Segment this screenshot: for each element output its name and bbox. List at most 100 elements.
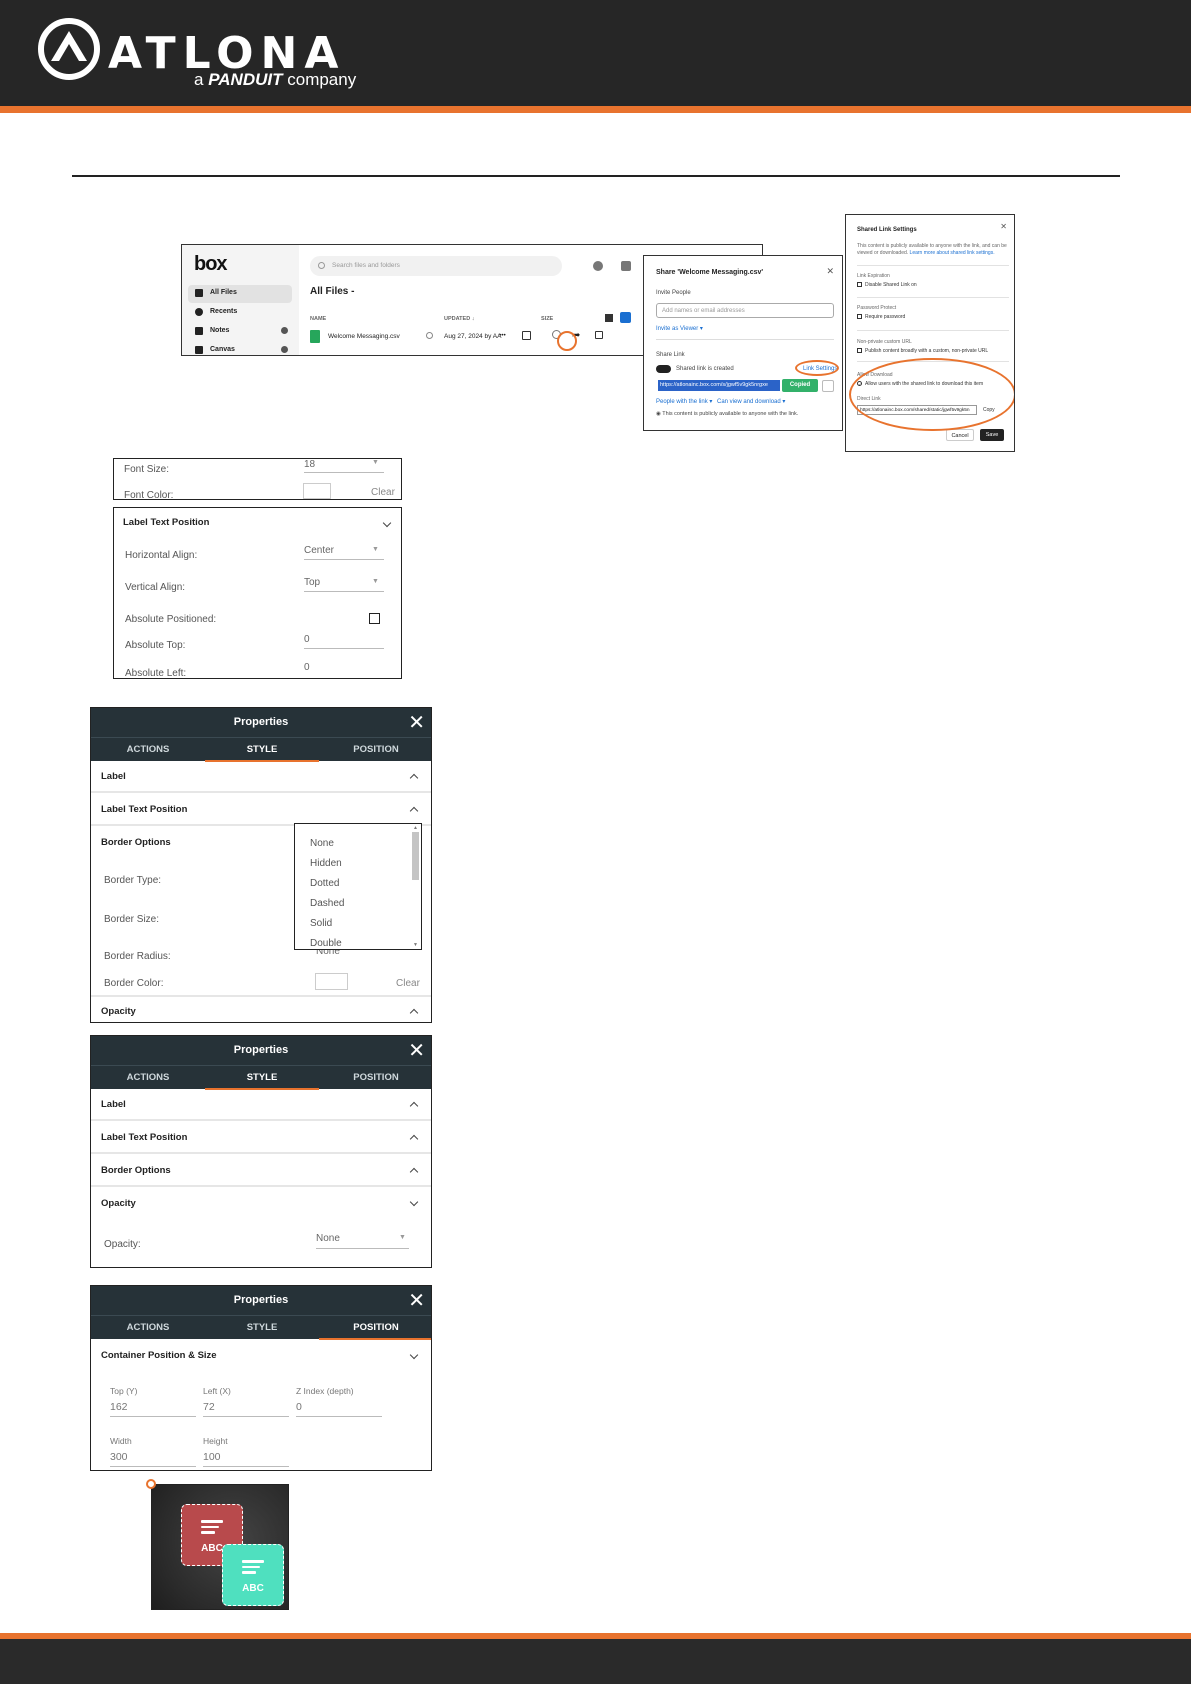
more-icon[interactable]: •••	[499, 332, 506, 339]
left-x-input[interactable]: 72	[203, 1401, 215, 1413]
chevron-down-icon[interactable]	[409, 1197, 419, 1207]
close-icon[interactable]: ✕	[408, 710, 425, 735]
col-size[interactable]: SIZE	[541, 316, 553, 322]
z-index-input[interactable]: 0	[296, 1401, 302, 1413]
section-border-options[interactable]: Border Options	[101, 837, 171, 848]
border-color-clear[interactable]: Clear	[396, 978, 420, 989]
chevron-down-icon: ▼	[372, 459, 379, 466]
box-page-title: All Files -	[310, 286, 355, 297]
nav-canvas[interactable]: Canvas	[188, 342, 292, 355]
close-icon[interactable]: ✕	[408, 1038, 425, 1063]
option-none[interactable]: None	[310, 838, 334, 849]
invite-input[interactable]: Add names or email addresses	[656, 303, 834, 318]
people-select[interactable]: People with the link ▾	[656, 398, 712, 405]
width-input[interactable]: 300	[110, 1451, 128, 1463]
chevron-down-icon[interactable]	[409, 1350, 419, 1360]
section-opacity[interactable]: Opacity	[101, 1006, 136, 1017]
tab-actions[interactable]: ACTIONS	[91, 1066, 205, 1090]
tab-position[interactable]: POSITION	[319, 1316, 431, 1340]
tab-actions[interactable]: ACTIONS	[91, 738, 205, 762]
expand-icon[interactable]	[620, 312, 631, 323]
top-y-input[interactable]: 162	[110, 1401, 128, 1413]
absolute-positioned-checkbox[interactable]	[369, 613, 380, 624]
vanity-option: Publish content broadly with a custom, n…	[865, 348, 989, 354]
vanity-checkbox[interactable]	[857, 348, 862, 353]
password-checkbox[interactable]	[857, 314, 862, 319]
chevron-down-icon: ▼	[399, 1234, 406, 1241]
close-icon[interactable]: ✕	[826, 266, 834, 277]
option-solid[interactable]: Solid	[310, 918, 332, 929]
option-dashed[interactable]: Dashed	[310, 898, 344, 909]
col-name[interactable]: NAME	[310, 316, 326, 322]
font-size-value[interactable]: 18	[304, 459, 315, 470]
absolute-top-input[interactable]: 0	[304, 634, 310, 645]
comment-icon[interactable]	[522, 331, 531, 340]
scroll-up-icon[interactable]: ▲	[412, 825, 419, 831]
chevron-down-icon[interactable]	[382, 518, 392, 528]
close-icon[interactable]: ✕	[1000, 222, 1007, 231]
tasks-icon[interactable]	[621, 261, 631, 271]
option-hidden[interactable]: Hidden	[310, 858, 342, 869]
absolute-left-input[interactable]: 0	[304, 662, 310, 673]
absolute-top-label: Absolute Top:	[125, 640, 186, 651]
shared-link-toggle[interactable]	[656, 365, 671, 373]
option-double[interactable]: Double	[310, 938, 342, 949]
font-settings-panel: Font Size: 18 ▼ Font Color: Clear	[113, 458, 402, 500]
tab-style[interactable]: STYLE	[205, 738, 319, 762]
tab-style[interactable]: STYLE	[205, 1066, 319, 1090]
section-label[interactable]: Label	[91, 761, 431, 793]
box-search-input[interactable]: Search files and folders	[310, 256, 562, 276]
box-logo: box	[194, 253, 228, 275]
tab-actions[interactable]: ACTIONS	[91, 1316, 205, 1340]
border-color-swatch[interactable]	[315, 973, 348, 990]
chevron-up-icon	[409, 1101, 419, 1111]
permission-select[interactable]: Can view and download ▾	[717, 398, 785, 405]
divider	[91, 995, 431, 997]
section-border-options[interactable]: Border Options	[91, 1155, 431, 1187]
option-dotted[interactable]: Dotted	[310, 878, 339, 889]
tab-style[interactable]: STYLE	[205, 1316, 319, 1340]
font-color-swatch[interactable]	[303, 483, 331, 499]
help-icon[interactable]	[593, 261, 603, 271]
opacity-select[interactable]: None	[316, 1233, 340, 1244]
label-position-panel: Label Text Position Horizontal Align: Ce…	[113, 507, 402, 679]
invite-label: Invite People	[656, 290, 691, 296]
dropdown-scrollbar[interactable]	[412, 832, 419, 880]
section-container-position[interactable]: Container Position & Size	[101, 1350, 217, 1361]
z-index-label: Z Index (depth)	[296, 1386, 354, 1396]
underline	[316, 1248, 409, 1249]
border-type-dropdown[interactable]: None Hidden Dotted Dashed Solid Double ▲…	[294, 823, 422, 950]
tab-position[interactable]: POSITION	[319, 738, 431, 762]
cancel-button[interactable]: Cancel	[946, 429, 974, 441]
add-icon[interactable]	[281, 346, 288, 353]
close-icon[interactable]: ✕	[408, 1288, 425, 1313]
section-label-text-position[interactable]: Label Text Position	[91, 794, 431, 826]
expiration-checkbox[interactable]	[857, 282, 862, 287]
nav-notes[interactable]: Notes	[188, 323, 292, 341]
share-url-field[interactable]: https://atlonainc.box.com/s/jgwf5v9gk5nr…	[658, 380, 780, 391]
horizontal-align-select[interactable]: Center	[304, 545, 334, 556]
section-label-text-position[interactable]: Label Text Position	[91, 1122, 431, 1154]
file-name[interactable]: Welcome Messaging.csv	[328, 333, 400, 340]
invite-role-select[interactable]: Invite as Viewer ▾	[656, 325, 703, 332]
folder-icon	[195, 289, 203, 297]
add-icon[interactable]	[281, 327, 288, 334]
copied-button[interactable]: Copied	[782, 379, 818, 392]
email-icon[interactable]	[822, 380, 834, 392]
font-color-clear[interactable]: Clear	[371, 487, 395, 498]
section-label[interactable]: Label	[91, 1089, 431, 1121]
toggle-label: Shared link is created	[676, 366, 734, 372]
notes-icon	[195, 327, 203, 335]
grid-view-icon[interactable]	[605, 314, 613, 322]
nav-recents[interactable]: Recents	[188, 304, 292, 322]
label-tile-green[interactable]: ABC	[222, 1544, 284, 1606]
save-button[interactable]: Save	[980, 429, 1004, 441]
nav-all-files[interactable]: All Files	[188, 285, 292, 303]
col-updated[interactable]: UPDATED ↓	[444, 316, 474, 322]
vertical-align-select[interactable]: Top	[304, 577, 320, 588]
tab-position[interactable]: POSITION	[319, 1066, 431, 1090]
section-opacity[interactable]: Opacity	[101, 1198, 136, 1209]
select-checkbox[interactable]	[595, 331, 603, 339]
scroll-down-icon[interactable]: ▼	[412, 942, 419, 948]
height-input[interactable]: 100	[203, 1451, 221, 1463]
